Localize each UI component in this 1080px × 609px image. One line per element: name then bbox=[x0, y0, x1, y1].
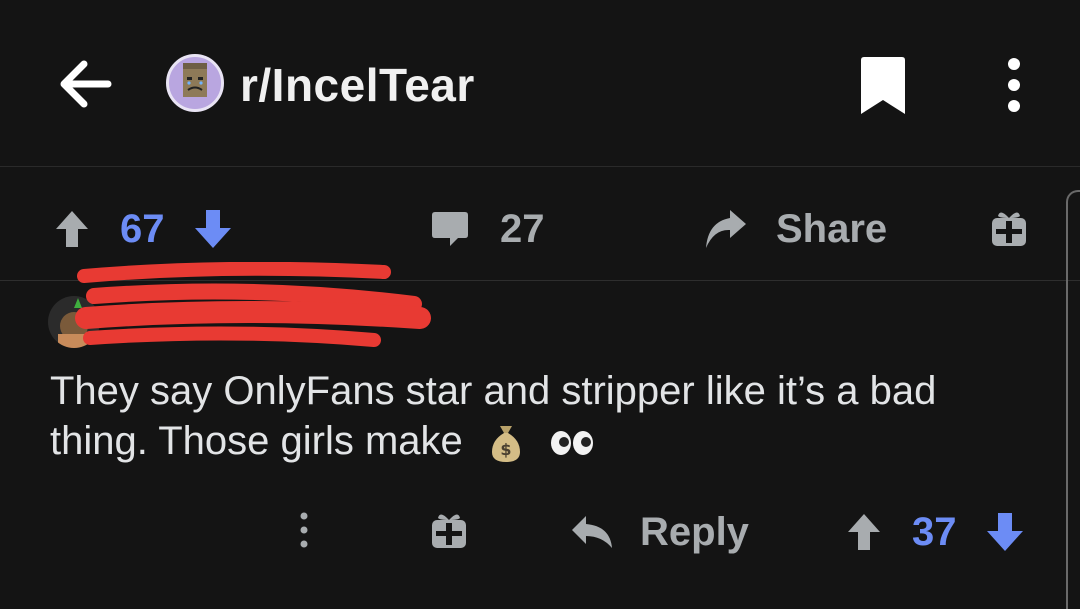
paper-bag-face-icon bbox=[183, 63, 207, 97]
comment-downvote-icon[interactable] bbox=[985, 511, 1025, 553]
comment-gift-award-icon[interactable] bbox=[430, 510, 468, 550]
post-score: 67 bbox=[120, 206, 165, 251]
comments-button[interactable]: 27 bbox=[430, 196, 545, 262]
share-arrow-icon bbox=[706, 210, 746, 248]
gift-award-icon[interactable] bbox=[990, 208, 1028, 248]
post-vote-group: 67 bbox=[54, 196, 233, 262]
more-vertical-icon[interactable] bbox=[1000, 56, 1028, 114]
bookmark-icon[interactable] bbox=[857, 56, 909, 116]
downvote-icon[interactable] bbox=[193, 208, 233, 250]
comment-score: 37 bbox=[912, 509, 957, 554]
comment-more-icon[interactable] bbox=[298, 512, 310, 548]
comment-upvote-icon[interactable] bbox=[846, 512, 882, 552]
comment-count: 27 bbox=[500, 206, 545, 251]
reply-arrow-icon bbox=[572, 516, 612, 548]
arrow-left-icon[interactable] bbox=[56, 58, 112, 110]
upvote-icon[interactable] bbox=[54, 209, 90, 249]
comment-vote-group: 37 bbox=[846, 500, 1025, 564]
top-bar: r/IncelTear bbox=[0, 0, 1080, 167]
comment-body: They say OnlyFans star and stripper like… bbox=[50, 366, 1010, 466]
share-button[interactable]: Share bbox=[702, 196, 887, 262]
money-bag-icon: $ bbox=[491, 426, 520, 463]
eyes-icon bbox=[551, 431, 594, 456]
scrollbar-edge[interactable] bbox=[1066, 190, 1080, 609]
redacted-username bbox=[75, 262, 431, 347]
svg-text:$: $ bbox=[500, 440, 511, 459]
comment-bubble-icon bbox=[432, 212, 468, 246]
reply-label: Reply bbox=[640, 509, 749, 554]
share-label: Share bbox=[776, 206, 888, 251]
reply-button[interactable]: Reply bbox=[570, 500, 749, 564]
subreddit-name[interactable]: r/IncelTear bbox=[240, 58, 475, 112]
subreddit-avatar[interactable] bbox=[166, 54, 224, 112]
